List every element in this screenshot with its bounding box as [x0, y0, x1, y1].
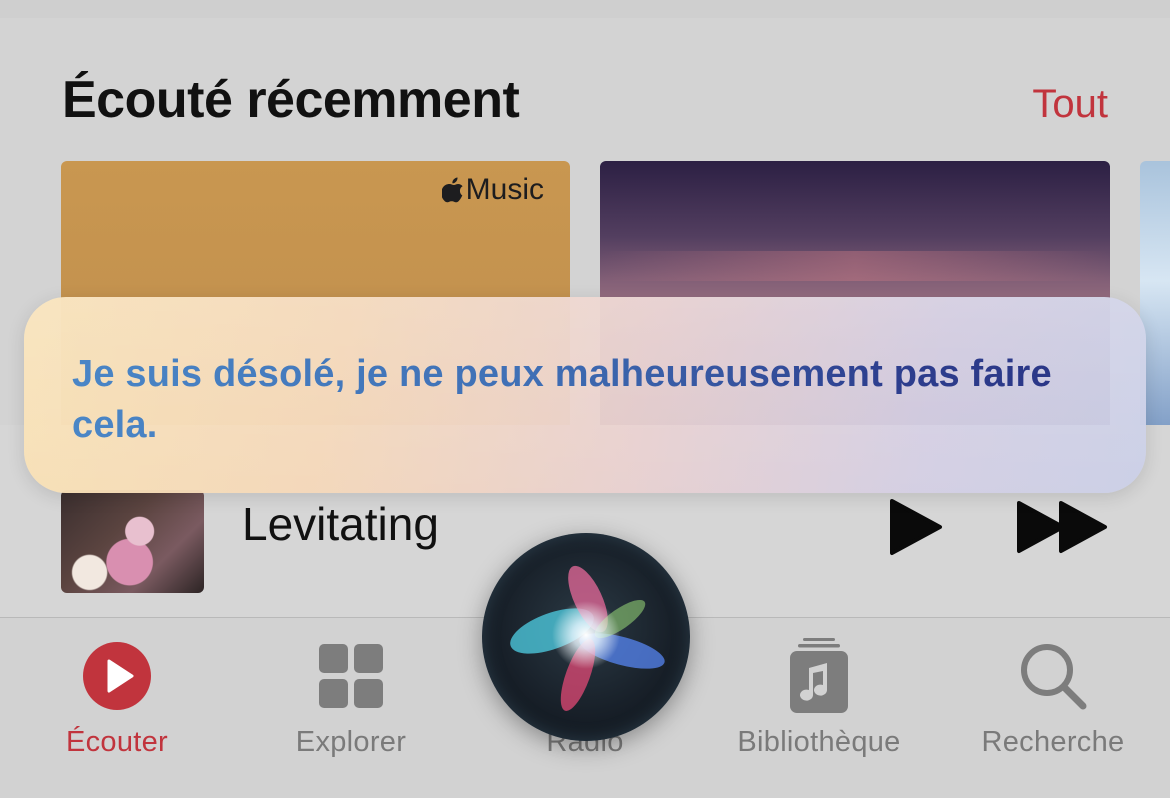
siri-response-banner: Je suis désolé, je ne peux malheureuseme… — [24, 297, 1146, 493]
siri-response-text: Je suis désolé, je ne peux malheureuseme… — [72, 349, 1092, 451]
siri-waveform-icon — [510, 565, 665, 711]
apple-logo-icon — [441, 177, 463, 203]
tab-label: Recherche — [981, 726, 1125, 758]
apple-music-badge: Music — [441, 173, 544, 207]
fast-forward-icon[interactable] — [1015, 499, 1111, 555]
tab-label: Explorer — [295, 726, 407, 758]
tab-label: Bibliothèque — [737, 726, 901, 758]
siri-orb[interactable] — [482, 533, 690, 741]
tab-search[interactable]: Recherche — [936, 618, 1170, 798]
badge-label: Music — [465, 173, 544, 206]
top-edge — [0, 0, 1170, 18]
tab-library[interactable]: Bibliothèque — [702, 618, 936, 798]
music-library-icon — [790, 638, 848, 713]
tab-browse[interactable]: Explorer — [234, 618, 468, 798]
now-playing-artwork — [61, 490, 204, 593]
now-playing-title: Levitating — [242, 498, 439, 550]
play-icon[interactable] — [886, 497, 944, 557]
tab-label: Écouter — [65, 726, 169, 758]
search-icon — [1021, 644, 1087, 710]
see-all-link[interactable]: Tout — [1032, 82, 1108, 127]
tab-listen-now[interactable]: Écouter — [0, 618, 234, 798]
play-circle-icon — [83, 642, 151, 710]
section-title: Écouté récemment — [62, 71, 520, 129]
grid-icon — [319, 644, 383, 708]
